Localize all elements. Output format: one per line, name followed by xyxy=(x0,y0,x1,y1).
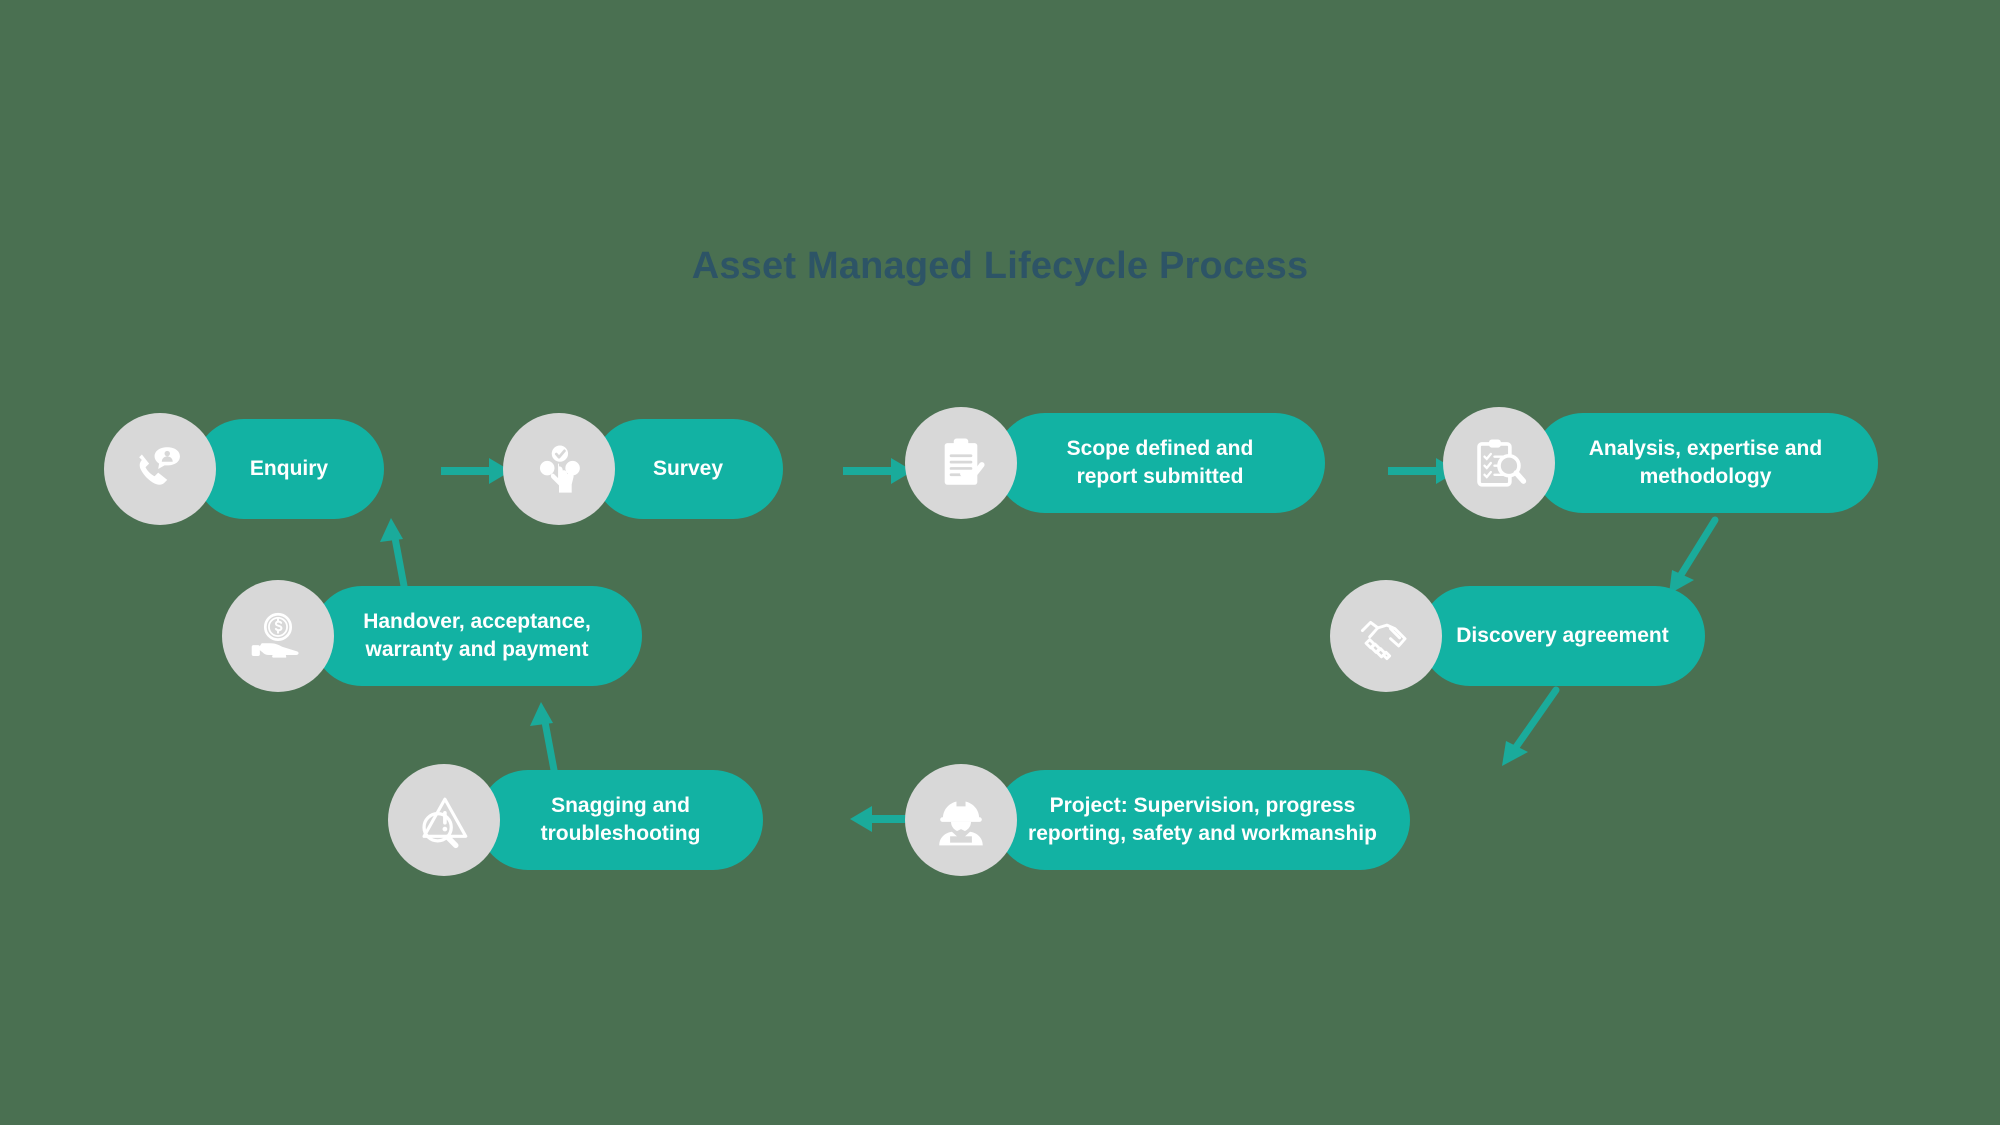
arrow-handover-to-enquiry xyxy=(378,516,426,590)
node-survey-pill[interactable]: Survey xyxy=(593,419,783,519)
node-scope-label-2: report submitted xyxy=(1076,465,1244,488)
node-enquiry-pill[interactable]: Enquiry xyxy=(194,419,384,519)
node-scope[interactable]: Scope defined and report submitted xyxy=(905,407,1325,519)
node-analysis-label-2: methodology xyxy=(1639,465,1772,488)
node-snagging-label-1: Snagging and xyxy=(551,794,690,818)
node-project-label-1: Project: Supervision, progress xyxy=(1049,794,1356,818)
node-project-pill[interactable]: Project: Supervision, progress reporting… xyxy=(995,770,1410,870)
diagram-canvas: Asset Managed Lifecycle Process Enquiry xyxy=(0,0,2000,1125)
node-project[interactable]: Project: Supervision, progress reporting… xyxy=(905,764,1410,876)
node-discovery-label-1: Discovery agreement xyxy=(1456,624,1669,648)
node-project-label-2: reporting, safety and workmanship xyxy=(1028,822,1377,845)
node-scope-label-1: Scope defined and xyxy=(1066,437,1254,461)
warning-magnifier-icon xyxy=(388,764,500,876)
node-handover-label-1: Handover, acceptance, xyxy=(363,610,591,634)
node-survey-label-1: Survey xyxy=(652,457,724,481)
hand-coin-icon xyxy=(222,580,334,692)
clipboard-magnifier-icon xyxy=(1443,407,1555,519)
node-analysis[interactable]: Analysis, expertise and methodology xyxy=(1443,407,1878,519)
node-snagging-label-2: troubleshooting xyxy=(540,822,701,845)
phone-call-person-icon xyxy=(104,413,216,525)
arrow-snagging-to-handover xyxy=(528,700,576,774)
node-snagging[interactable]: Snagging and troubleshooting xyxy=(388,764,763,876)
node-analysis-label-1: Analysis, expertise and xyxy=(1588,437,1823,461)
node-handover-pill[interactable]: Handover, acceptance, warranty and payme… xyxy=(312,586,642,686)
clipboard-check-icon xyxy=(905,407,1017,519)
node-enquiry-label-1: Enquiry xyxy=(249,457,329,481)
construction-worker-icon xyxy=(905,764,1017,876)
arrow-discovery-to-project xyxy=(1490,686,1580,776)
node-survey[interactable]: Survey xyxy=(503,413,783,525)
node-discovery-pill[interactable]: Discovery agreement xyxy=(1420,586,1705,686)
hand-select-check-icon xyxy=(503,413,615,525)
node-snagging-pill[interactable]: Snagging and troubleshooting xyxy=(478,770,763,870)
node-scope-pill[interactable]: Scope defined and report submitted xyxy=(995,413,1325,513)
node-handover[interactable]: Handover, acceptance, warranty and payme… xyxy=(222,580,642,692)
node-discovery[interactable]: Discovery agreement xyxy=(1330,580,1705,692)
node-handover-label-2: warranty and payment xyxy=(365,638,589,661)
node-analysis-pill[interactable]: Analysis, expertise and methodology xyxy=(1533,413,1878,513)
node-enquiry[interactable]: Enquiry xyxy=(104,413,384,525)
page-title: Asset Managed Lifecycle Process xyxy=(691,245,1309,287)
handshake-icon xyxy=(1330,580,1442,692)
